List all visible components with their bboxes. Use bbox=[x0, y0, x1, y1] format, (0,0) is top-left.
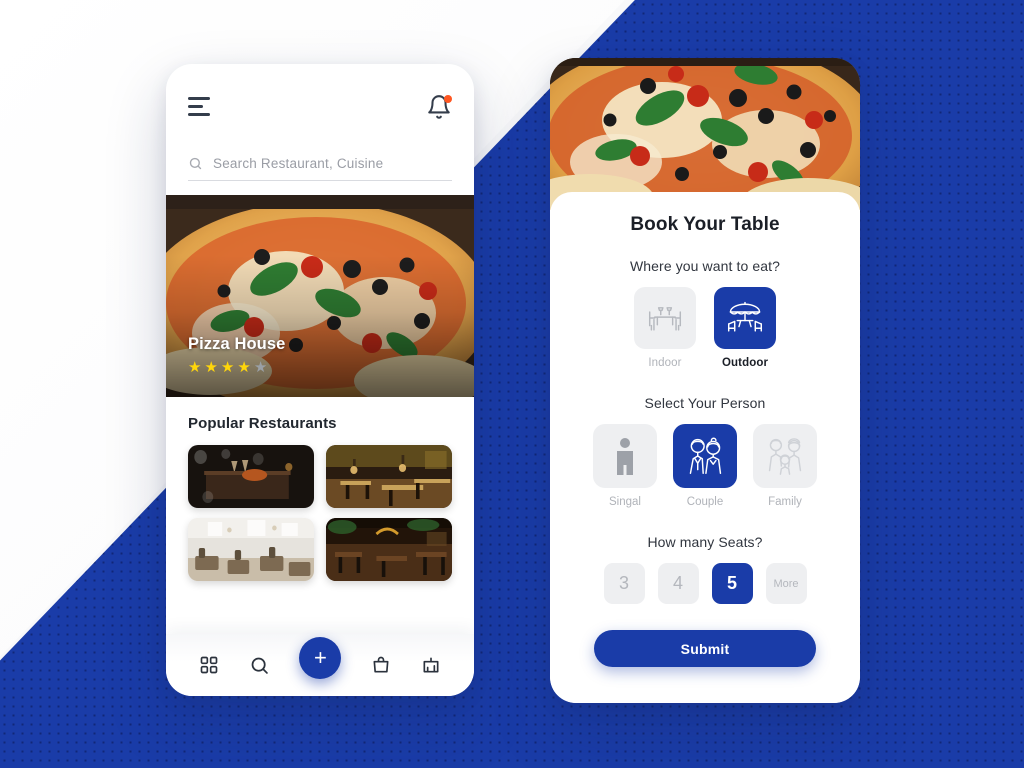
nav-add-button[interactable]: + bbox=[299, 637, 342, 679]
restaurant-photo-1 bbox=[188, 445, 314, 508]
seat-options: 3 4 5 More bbox=[576, 563, 834, 604]
popular-restaurants-heading: Popular Restaurants bbox=[188, 415, 337, 432]
location-option-outdoor[interactable]: Outdoor bbox=[714, 287, 776, 369]
restaurant-thumbnail-4[interactable] bbox=[326, 518, 452, 581]
person-option-singal[interactable]: Singal bbox=[593, 424, 657, 508]
singal-tile bbox=[593, 424, 657, 488]
seat-option-5[interactable]: 5 bbox=[711, 563, 753, 604]
bottom-navigation-bar: + bbox=[166, 634, 474, 696]
seat-option-3[interactable]: 3 bbox=[603, 563, 645, 604]
seat-option-more[interactable]: More bbox=[765, 563, 807, 604]
nav-dashboard-button[interactable] bbox=[199, 655, 219, 675]
couple-icon bbox=[689, 437, 722, 474]
restaurant-grid bbox=[188, 445, 452, 581]
location-options: Indoor Outdoor bbox=[576, 287, 834, 369]
restaurant-name: Pizza House bbox=[188, 335, 286, 353]
booking-title: Book Your Table bbox=[630, 214, 780, 235]
search-icon bbox=[251, 657, 268, 674]
pizza-photo bbox=[550, 58, 860, 210]
star-1: ★ bbox=[188, 359, 202, 376]
couple-tile bbox=[673, 424, 737, 488]
single-person-icon bbox=[617, 438, 633, 475]
search-input-placeholder[interactable]: Search Restaurant, Cuisine bbox=[213, 156, 383, 171]
restaurant-thumbnail-3[interactable] bbox=[188, 518, 314, 581]
submit-button[interactable]: Submit bbox=[594, 630, 816, 667]
notification-bell-button[interactable] bbox=[426, 94, 452, 122]
nav-stats-button[interactable] bbox=[421, 655, 441, 675]
location-question: Where you want to eat? bbox=[629, 258, 781, 274]
booking-hero-image bbox=[550, 58, 860, 210]
outdoor-label: Outdoor bbox=[721, 357, 769, 369]
family-icon bbox=[768, 438, 802, 475]
restaurant-thumbnail-2[interactable] bbox=[326, 445, 452, 508]
star-5: ★ bbox=[253, 359, 268, 376]
indoor-table-icon bbox=[648, 307, 682, 331]
bag-icon bbox=[373, 656, 389, 673]
stats-icon bbox=[423, 657, 439, 673]
booking-form-card: Book Your Table Where you want to eat? I… bbox=[550, 192, 860, 703]
seats-question: How many Seats? bbox=[647, 534, 763, 550]
background bbox=[0, 0, 1024, 768]
seat-option-4[interactable]: 4 bbox=[657, 563, 699, 604]
person-option-couple[interactable]: Couple bbox=[673, 424, 737, 508]
indoor-label: Indoor bbox=[648, 357, 682, 369]
featured-restaurant-card[interactable]: Pizza House ★ ★ ★ ★ ★ bbox=[166, 195, 474, 397]
phone-mockup-home: Search Restaurant, Cuisine Pizza House ★… bbox=[166, 64, 474, 696]
indoor-tile bbox=[634, 287, 696, 349]
singal-label: Singal bbox=[609, 496, 641, 508]
person-option-family[interactable]: Family bbox=[753, 424, 817, 508]
restaurant-photo-2 bbox=[326, 445, 452, 508]
couple-label: Couple bbox=[686, 496, 724, 508]
search-icon bbox=[189, 157, 202, 170]
search-bar[interactable]: Search Restaurant, Cuisine bbox=[188, 156, 452, 181]
family-tile bbox=[753, 424, 817, 488]
nav-orders-button[interactable] bbox=[371, 655, 391, 675]
family-label: Family bbox=[768, 496, 802, 508]
outdoor-tile bbox=[714, 287, 776, 349]
location-option-indoor[interactable]: Indoor bbox=[634, 287, 696, 369]
restaurant-photo-3 bbox=[188, 518, 314, 581]
home-header bbox=[166, 64, 474, 150]
person-options: Singal Couple Family bbox=[576, 424, 834, 508]
phone-mockup-booking: Book Your Table Where you want to eat? I… bbox=[550, 58, 860, 703]
star-4: ★ bbox=[237, 359, 251, 376]
hamburger-menu-icon[interactable] bbox=[188, 94, 210, 116]
restaurant-photo-4 bbox=[326, 518, 452, 581]
grid-icon bbox=[200, 656, 218, 674]
person-question: Select Your Person bbox=[644, 395, 766, 411]
restaurant-thumbnail-1[interactable] bbox=[188, 445, 314, 508]
notification-badge bbox=[444, 95, 452, 103]
popular-restaurants-section: Popular Restaurants bbox=[166, 397, 474, 581]
star-2: ★ bbox=[204, 359, 218, 376]
hero-caption: Pizza House ★ ★ ★ ★ ★ bbox=[188, 335, 285, 375]
star-3: ★ bbox=[220, 359, 235, 376]
outdoor-umbrella-icon bbox=[727, 301, 763, 332]
nav-search-button[interactable] bbox=[249, 655, 270, 676]
rating-stars: ★ ★ ★ ★ ★ bbox=[188, 360, 285, 375]
